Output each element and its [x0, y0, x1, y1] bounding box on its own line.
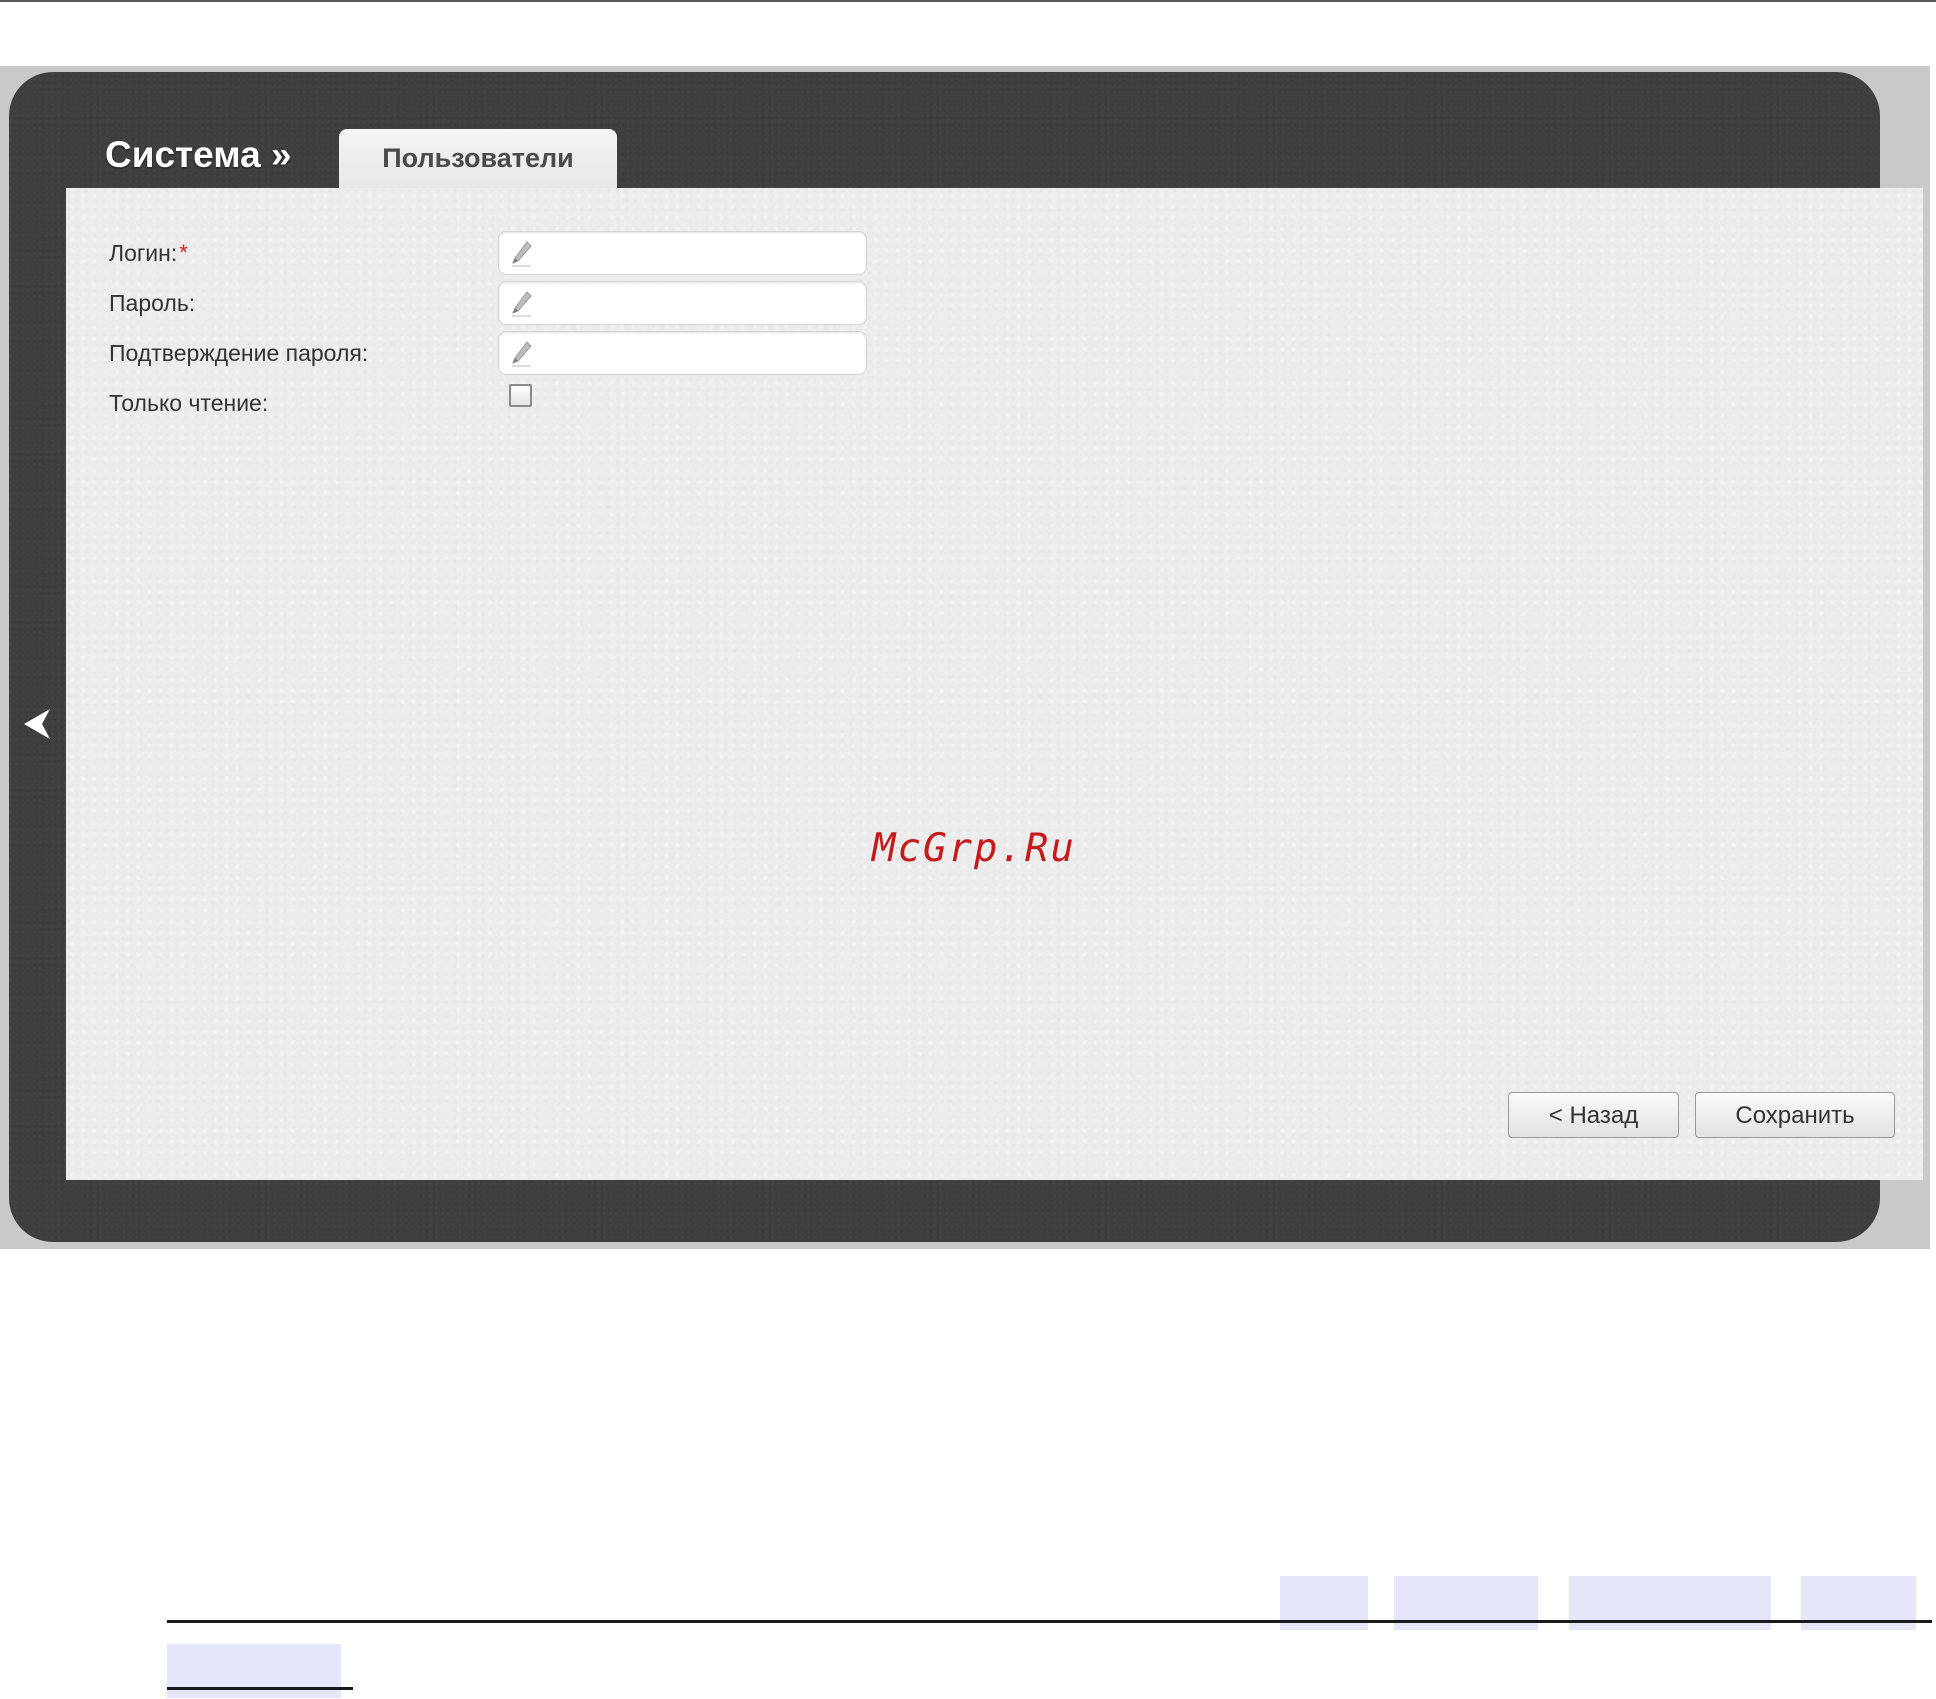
confirm-password-label: Подтверждение пароля:: [109, 340, 369, 366]
confirm-password-field[interactable]: [498, 331, 867, 375]
login-label: Логин:*: [109, 240, 188, 267]
password-label: Пароль:: [109, 290, 196, 316]
pencil-icon: [512, 291, 532, 317]
readonly-checkbox[interactable]: [509, 384, 532, 407]
tab-users[interactable]: Пользователи: [339, 129, 617, 193]
readonly-label: Только чтение:: [109, 390, 269, 416]
password-field[interactable]: [498, 281, 867, 325]
content-panel: [66, 188, 1923, 1180]
save-button[interactable]: Сохранить: [1695, 1092, 1895, 1138]
login-field[interactable]: [498, 231, 867, 275]
login-label-text: Логин:: [109, 240, 178, 266]
footer-divider: [167, 1620, 1932, 1623]
footer-divider: [167, 1687, 353, 1690]
back-arrow-icon[interactable]: [20, 705, 54, 743]
back-button[interactable]: < Назад: [1508, 1092, 1679, 1138]
login-input[interactable]: [543, 236, 857, 272]
watermark: McGrp.Ru: [872, 826, 1076, 871]
pencil-icon: [512, 341, 532, 367]
password-input[interactable]: [543, 286, 857, 322]
pencil-icon: [512, 241, 532, 267]
required-mark: *: [179, 240, 188, 265]
top-rule: [0, 0, 1936, 2]
confirm-password-input[interactable]: [543, 336, 857, 372]
section-title[interactable]: Система »: [105, 134, 292, 176]
